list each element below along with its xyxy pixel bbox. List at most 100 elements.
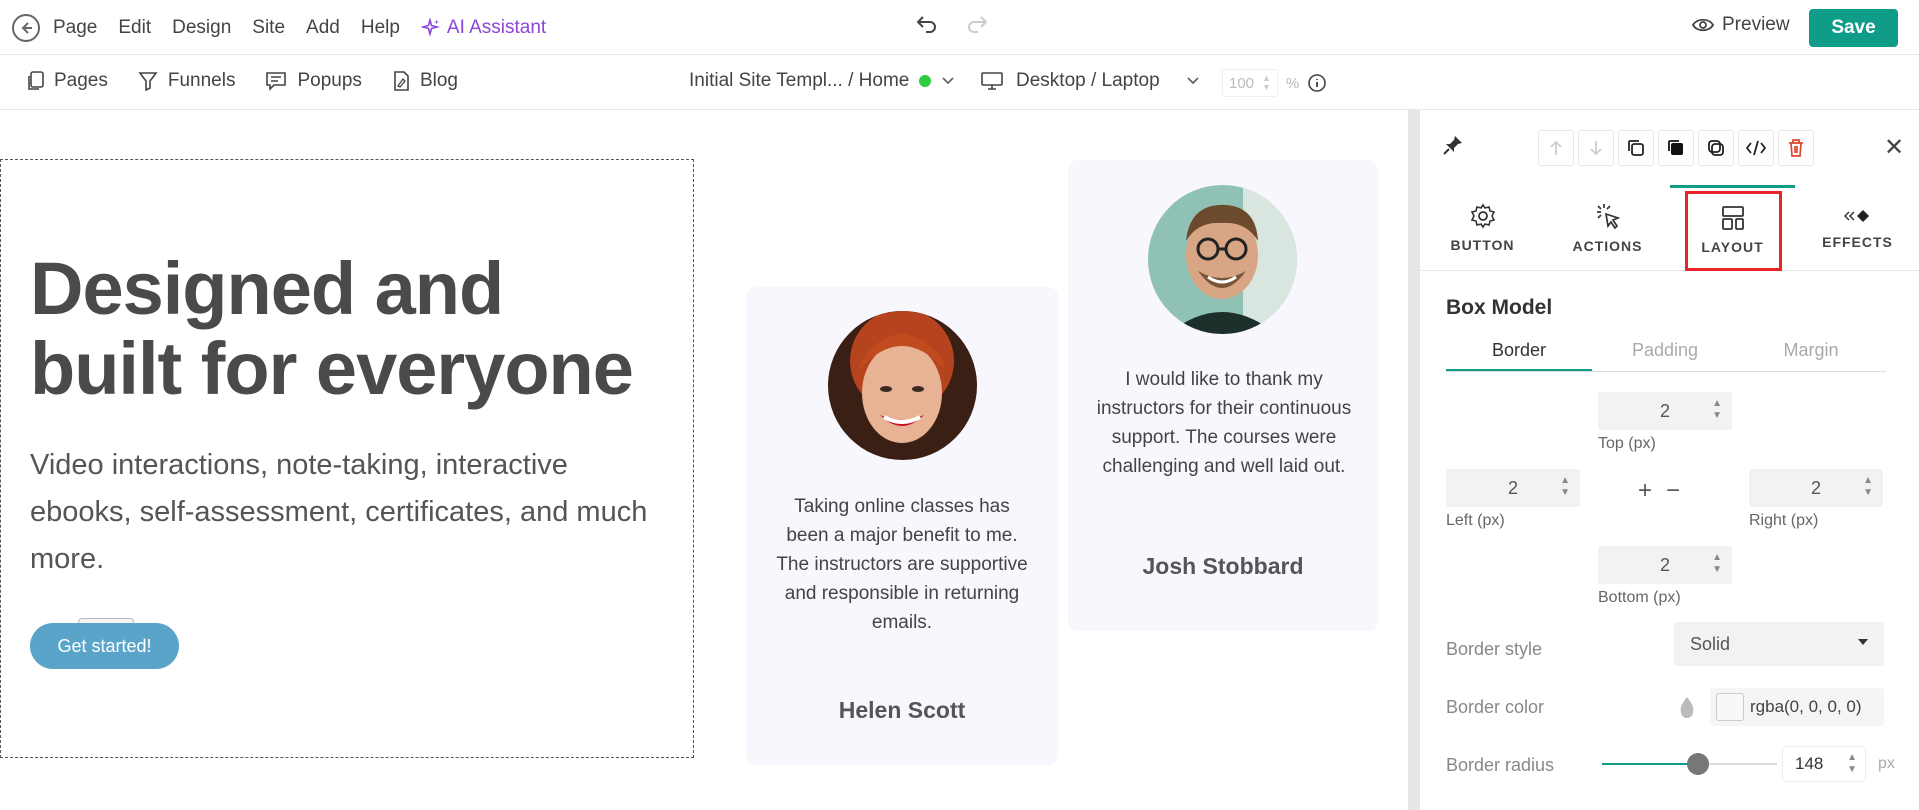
stepper-arrows[interactable]: ▲ ▼ xyxy=(1712,552,1722,576)
page-selector[interactable]: Initial Site Templ... / Home xyxy=(689,70,955,92)
get-started-button[interactable]: Get started! xyxy=(30,623,179,669)
pages-icon xyxy=(28,71,44,90)
border-style-label: Border style xyxy=(1446,639,1543,659)
nav-blog-label: Blog xyxy=(419,70,458,91)
menu-page[interactable]: Page xyxy=(53,17,97,39)
hero-title[interactable]: Designed and built for everyone xyxy=(30,249,670,409)
slider-knob[interactable] xyxy=(1687,753,1710,775)
ai-assistant-button[interactable]: AI Assistant xyxy=(420,17,546,39)
border-right-input[interactable]: 2 ▲ ▼ xyxy=(1749,469,1883,507)
page-selector-label: Initial Site Templ... / Home xyxy=(689,70,910,91)
preview-label: Preview xyxy=(1722,14,1790,35)
delete-button[interactable] xyxy=(1778,130,1814,166)
copy-button[interactable] xyxy=(1618,130,1654,166)
border-top-value: 2 xyxy=(1659,400,1670,421)
move-up-button[interactable] xyxy=(1538,130,1574,166)
preview-button[interactable]: Preview xyxy=(1692,14,1790,36)
border-color-label: Border color xyxy=(1446,697,1545,717)
tab-effects[interactable]: EFFECTS xyxy=(1795,185,1919,271)
chevron-down-icon xyxy=(1187,77,1199,85)
stepper-arrows[interactable]: ▲ ▼ xyxy=(1560,475,1570,499)
panel-resize-handle[interactable] xyxy=(1408,110,1420,810)
tab-button[interactable]: BUTTON xyxy=(1420,185,1545,271)
save-as-global-button[interactable] xyxy=(1698,130,1734,166)
border-radius-slider[interactable] xyxy=(1602,753,1777,775)
tab-actions[interactable]: ACTIONS xyxy=(1545,185,1670,271)
border-top-input[interactable]: 2 ▲ ▼ xyxy=(1598,392,1732,430)
arrow-down-icon xyxy=(1590,141,1602,156)
nav-popups[interactable]: Popups xyxy=(265,70,362,92)
menu-design[interactable]: Design xyxy=(172,17,231,39)
move-down-button[interactable] xyxy=(1578,130,1614,166)
device-label: Desktop / Laptop xyxy=(1016,70,1160,91)
menu-site[interactable]: Site xyxy=(252,17,285,39)
zoom-control: 100 ▲ ▼ % xyxy=(1222,69,1327,97)
device-selector[interactable]: Desktop / Laptop xyxy=(980,70,1200,92)
info-icon[interactable] xyxy=(1307,73,1327,93)
nav-blog[interactable]: Blog xyxy=(392,70,458,92)
link-sides-control: + − xyxy=(1638,477,1680,505)
border-left-label: Left (px) xyxy=(1446,512,1505,529)
zoom-input[interactable]: 100 ▲ ▼ xyxy=(1222,69,1278,97)
tab-padding[interactable]: Padding xyxy=(1592,340,1738,371)
save-button[interactable]: Save xyxy=(1809,9,1898,47)
history-controls xyxy=(916,14,988,34)
minus-icon[interactable]: − xyxy=(1666,477,1680,505)
border-style-select[interactable]: Solid xyxy=(1674,622,1884,666)
sparkle-icon xyxy=(420,18,440,38)
element-actions xyxy=(1538,130,1814,166)
undo-icon[interactable] xyxy=(916,14,938,34)
code-button[interactable] xyxy=(1738,130,1774,166)
border-color-input[interactable]: rgba(0, 0, 0, 0) xyxy=(1710,688,1884,726)
border-radius-input[interactable]: 148 ▲ ▼ xyxy=(1782,746,1866,782)
testimonial-name: Helen Scott xyxy=(838,697,966,723)
secondary-toolbar: Pages Funnels Popups Blog Initial Site T… xyxy=(0,55,1919,110)
box-model-tabs: Border Padding Margin xyxy=(1446,340,1886,372)
page-canvas: Designed and built for everyone Video in… xyxy=(0,110,1408,810)
border-style-value: Solid xyxy=(1690,633,1731,654)
layout-tab-highlight xyxy=(1685,191,1782,271)
tab-actions-label: ACTIONS xyxy=(1572,238,1643,254)
menu-add[interactable]: Add xyxy=(306,17,340,39)
trash-icon xyxy=(1789,139,1803,157)
effects-icon xyxy=(1843,210,1869,222)
stepper-arrows[interactable]: ▲ ▼ xyxy=(1863,475,1873,499)
border-color-value: rgba(0, 0, 0, 0) xyxy=(1750,697,1862,716)
testimonial-card[interactable]: Taking online classes has been a major b… xyxy=(746,287,1058,765)
nav-funnels-label: Funnels xyxy=(167,70,236,91)
gear-icon xyxy=(1470,203,1495,229)
nav-funnels[interactable]: Funnels xyxy=(138,70,236,92)
stepper-arrows[interactable]: ▲ ▼ xyxy=(1847,752,1857,776)
testimonial-card[interactable]: I would like to thank my instructors for… xyxy=(1068,160,1378,631)
stepper-arrows[interactable]: ▲ ▼ xyxy=(1712,398,1722,422)
hero-subtitle[interactable]: Video interactions, note-taking, interac… xyxy=(30,442,650,583)
back-arrow-icon[interactable] xyxy=(12,14,40,42)
plus-icon[interactable]: + xyxy=(1638,477,1652,505)
menu-help[interactable]: Help xyxy=(361,17,400,39)
border-radius-unit: px xyxy=(1878,755,1895,772)
layers-copy-icon xyxy=(1708,140,1724,156)
slider-fill xyxy=(1602,763,1699,765)
droplet-icon[interactable] xyxy=(1678,695,1696,719)
menu-edit[interactable]: Edit xyxy=(118,17,151,39)
published-status-dot xyxy=(919,75,932,87)
pin-icon[interactable] xyxy=(1442,134,1464,156)
duplicate-button[interactable] xyxy=(1658,130,1694,166)
border-left-input[interactable]: 2 ▲ ▼ xyxy=(1446,469,1580,507)
border-bottom-input[interactable]: 2 ▲ ▼ xyxy=(1598,546,1732,584)
redo-icon[interactable] xyxy=(966,14,988,34)
testimonial-name: Josh Stobbard xyxy=(1142,553,1304,579)
eye-icon xyxy=(1692,18,1714,32)
tab-margin[interactable]: Margin xyxy=(1738,340,1884,371)
tab-effects-label: EFFECTS xyxy=(1822,234,1893,250)
zoom-unit: % xyxy=(1286,74,1300,92)
nav-pages[interactable]: Pages xyxy=(26,70,108,92)
avatar xyxy=(828,311,977,460)
content-nav: Pages Funnels Popups Blog xyxy=(26,70,458,92)
tab-border[interactable]: Border xyxy=(1446,340,1592,371)
close-icon[interactable]: ✕ xyxy=(1884,136,1904,160)
copy-icon xyxy=(1628,140,1644,156)
desktop-icon xyxy=(981,72,1003,90)
color-swatch[interactable] xyxy=(1716,693,1744,721)
border-radius-label: Border radius xyxy=(1446,755,1555,775)
